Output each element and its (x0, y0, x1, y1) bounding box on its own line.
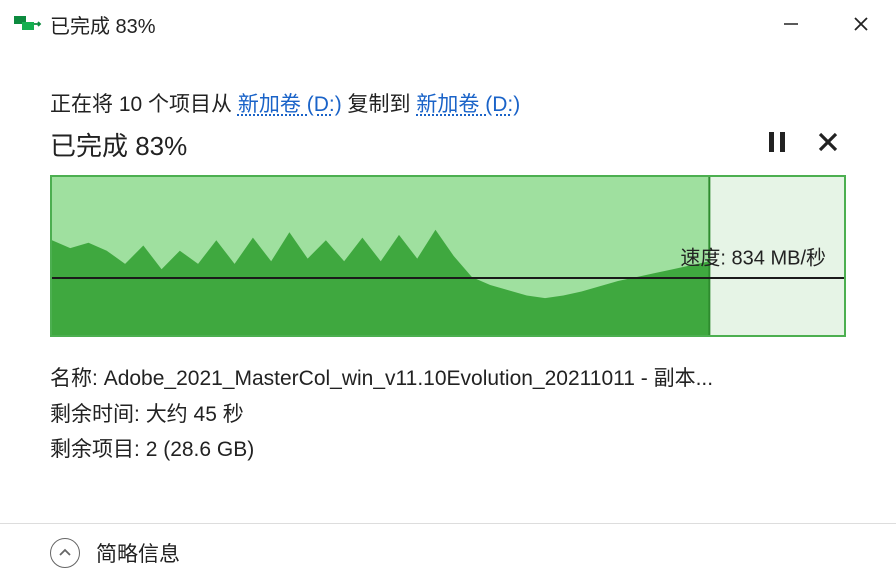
source-link[interactable]: 新加卷 (D:) (238, 93, 342, 116)
pause-button[interactable] (768, 130, 786, 159)
copy-progress-icon (14, 14, 42, 34)
items-remaining: 2 (28.6 GB) (146, 438, 255, 461)
speed-chart: 速度: 834 MB/秒 (50, 175, 846, 337)
collapse-label[interactable]: 简略信息 (96, 538, 180, 568)
cancel-button[interactable] (818, 132, 838, 157)
time-remaining: 大约 45 秒 (146, 403, 244, 426)
close-button[interactable] (826, 0, 896, 48)
speed-label: 速度: 834 MB/秒 (680, 242, 826, 271)
speed-indicator-line (52, 277, 844, 279)
transfer-details: 名称: Adobe_2021_MasterCol_win_v11.10Evolu… (50, 361, 846, 468)
titlebar-text: 已完成 83% (50, 10, 756, 39)
copy-description: 正在将 10 个项目从 新加卷 (D:) 复制到 新加卷 (D:) (50, 88, 846, 118)
progress-text: 已完成 83% (50, 126, 187, 163)
minimize-button[interactable] (756, 0, 826, 48)
dest-link[interactable]: 新加卷 (D:) (416, 93, 520, 116)
titlebar: 已完成 83% (0, 0, 896, 48)
collapse-toggle[interactable] (50, 538, 80, 568)
file-name: Adobe_2021_MasterCol_win_v11.10Evolution… (104, 367, 713, 390)
